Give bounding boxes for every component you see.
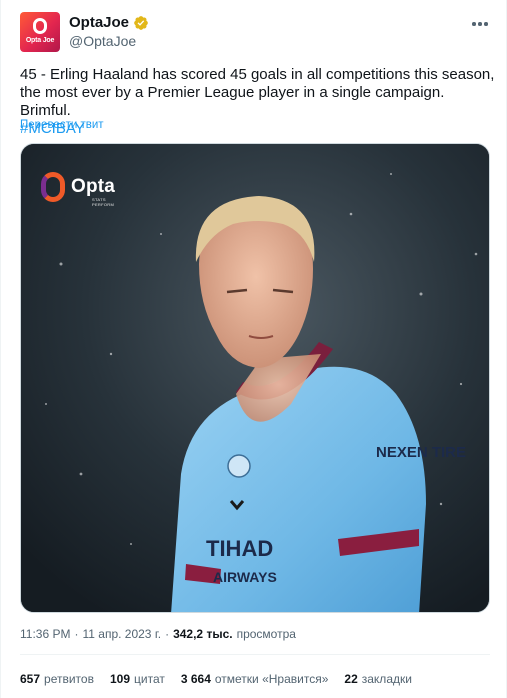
meta-separator: · <box>165 627 170 641</box>
sponsor-sleeve-text: NEXEN TIRE <box>376 444 466 461</box>
views-count: 342,2 тыс. <box>173 627 233 641</box>
tweet-date[interactable]: 11 апр. 2023 г. <box>82 627 161 641</box>
player-photo-image: NEXEN TIRE TIHAD AIRWAYS <box>21 144 489 612</box>
opta-subtext: STATS PERFORM <box>92 197 115 207</box>
tweet-time[interactable]: 11:36 PM <box>20 627 70 641</box>
meta-separator: · <box>74 627 79 641</box>
opta-watermark: Opta STATS PERFORM <box>41 172 116 207</box>
chest-text-line1: TIHAD <box>206 536 273 561</box>
opta-o-icon <box>33 18 47 34</box>
bookmarks-label: закладки <box>361 672 412 686</box>
tweet-meta: 11:36 PM · 11 апр. 2023 г. · 342,2 тыс. … <box>20 627 296 641</box>
likes-count: 3 664 <box>180 672 211 686</box>
opta-wordmark: Opta <box>71 176 116 197</box>
bookmarks-count: 22 <box>344 672 358 686</box>
tweet-photo[interactable]: NEXEN TIRE TIHAD AIRWAYS Opta STATS PERF… <box>20 143 490 613</box>
views-label: просмотра <box>236 627 296 641</box>
chest-text-line2: AIRWAYS <box>213 569 277 585</box>
retweets-count: 657 <box>20 672 41 686</box>
divider <box>20 654 490 655</box>
translate-tweet-link[interactable]: Перевести твит <box>20 119 104 131</box>
more-options-icon[interactable] <box>470 14 490 34</box>
quotes-label: цитат <box>134 672 165 686</box>
retweets-stat[interactable]: 657 ретвитов <box>20 672 94 686</box>
quotes-count: 109 <box>109 672 130 686</box>
author-name-row: OptaJoe <box>69 14 149 31</box>
retweets-label: ретвитов <box>44 672 94 686</box>
display-name[interactable]: OptaJoe <box>69 14 129 31</box>
tweet-card: Opta Joe OptaJoe @OptaJoe 45 - Erling Ha… <box>0 0 507 698</box>
bookmarks-stat[interactable]: 22 закладки <box>344 672 412 686</box>
author-handle[interactable]: @OptaJoe <box>69 33 136 49</box>
tweet-body: 45 - Erling Haaland has scored 45 goals … <box>20 66 495 119</box>
engagement-stats: 657 ретвитов 109 цитат 3 664 отметки «Нр… <box>20 672 412 686</box>
verified-badge-icon[interactable] <box>133 15 149 31</box>
quotes-stat[interactable]: 109 цитат <box>110 672 165 686</box>
avatar-label: Opta Joe <box>25 37 55 44</box>
avatar[interactable]: Opta Joe <box>20 12 60 52</box>
opta-logo-icon <box>41 172 65 202</box>
likes-stat[interactable]: 3 664 отметки «Нравится» <box>181 672 329 686</box>
likes-label: отметки «Нравится» <box>214 672 329 686</box>
